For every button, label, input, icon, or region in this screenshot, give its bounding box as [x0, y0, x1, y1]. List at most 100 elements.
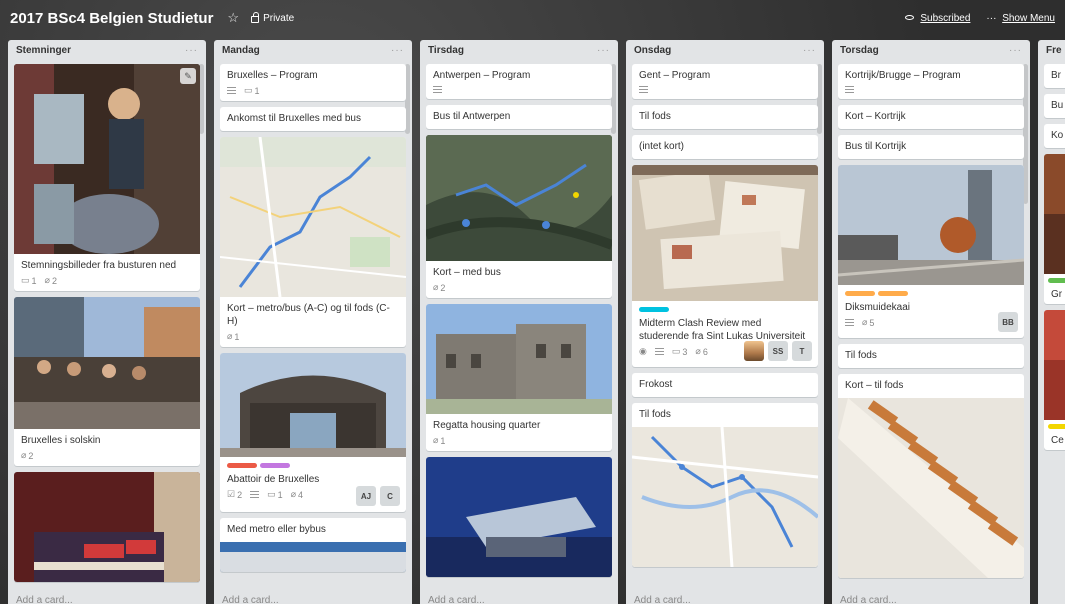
board-title[interactable]: 2017 BSc4 Belgien Studietur — [10, 10, 213, 27]
member-avatar[interactable]: BB — [998, 312, 1018, 332]
show-menu-button[interactable]: ··· Show Menu — [986, 13, 1055, 24]
list-header[interactable]: Stemninger ··· — [8, 40, 206, 62]
add-card-button[interactable]: Add a card... — [840, 595, 897, 604]
card[interactable]: Gent – Program — [632, 64, 818, 99]
card[interactable]: Kort – til fods — [838, 374, 1024, 578]
card[interactable]: Ankomst til Bruxelles med bus — [220, 107, 406, 131]
card[interactable]: Til fods — [632, 403, 818, 567]
member-avatar[interactable]: C — [380, 486, 400, 506]
attachment-count: 2 — [28, 450, 34, 461]
card[interactable]: Br — [1044, 64, 1065, 88]
add-card-button[interactable]: Add a card... — [634, 595, 691, 604]
card-labels — [1044, 274, 1065, 283]
card-title: Kortrijk/Brugge – Program — [845, 70, 961, 81]
card-title: Bruxelles – Program — [227, 70, 318, 81]
card-container: Antwerpen – Program Bus til Antwerpen Ko… — [426, 64, 612, 588]
card[interactable]: Antwerpen – Program — [426, 64, 612, 99]
card-cover-image — [14, 472, 200, 582]
card-title: Regatta housing quarter — [433, 420, 541, 431]
card[interactable]: Ce — [1044, 310, 1065, 450]
list-header[interactable]: Mandag ··· — [214, 40, 412, 62]
card-title: Frokost — [639, 379, 673, 390]
card[interactable]: Frokost — [632, 373, 818, 397]
comment-badge: ▭ 1 — [21, 275, 37, 286]
card[interactable]: Abattoir de Bruxelles ☑ 2 ▭ 1 ⌀ 4 AJ C — [220, 353, 406, 512]
description-icon — [654, 348, 664, 355]
list-menu-icon[interactable]: ··· — [391, 45, 404, 57]
description-icon — [433, 86, 442, 93]
member-avatar[interactable]: SS — [768, 341, 788, 361]
list-header[interactable]: Tirsdag ··· — [420, 40, 618, 62]
card[interactable]: Kort – med bus ⌀ 2 — [426, 135, 612, 298]
card[interactable]: Bu — [1044, 94, 1065, 118]
card[interactable]: Kort – Kortrijk — [838, 105, 1024, 129]
description-icon — [250, 491, 260, 498]
card[interactable]: Til fods — [632, 105, 818, 129]
list-header[interactable]: Fre — [1038, 40, 1065, 62]
card[interactable]: ✎ Stemningsbilleder fra busturen ned ▭ 1 … — [14, 64, 200, 291]
card-title: Bruxelles i solskin — [21, 435, 101, 446]
list-header[interactable]: Torsdag ··· — [832, 40, 1030, 62]
list-menu-icon[interactable]: ··· — [1009, 45, 1022, 57]
comment-icon: ▭ — [244, 85, 253, 95]
card-badges — [838, 85, 1024, 99]
attachment-icon: ⌀ — [44, 275, 50, 285]
card[interactable]: Med metro eller bybus — [220, 518, 406, 572]
member-avatar[interactable]: AJ — [356, 486, 376, 506]
card[interactable]: (intet kort) — [632, 135, 818, 159]
comment-icon: ▭ — [267, 489, 276, 499]
card[interactable]: Midterm Clash Review med studerende fra … — [632, 165, 818, 367]
card[interactable]: Bus til Antwerpen — [426, 105, 612, 129]
card[interactable] — [426, 457, 612, 577]
visibility-button[interactable]: Private — [251, 12, 294, 24]
list-title[interactable]: Torsdag — [840, 45, 879, 57]
card[interactable]: Kortrijk/Brugge – Program — [838, 64, 1024, 99]
card-container: Br Bu Ko Gr Ce — [1044, 64, 1065, 588]
list-fredag: Fre Br Bu Ko Gr Ce — [1038, 40, 1065, 604]
comment-icon: ▭ — [671, 346, 681, 356]
card-labels — [220, 457, 406, 468]
list-header[interactable]: Onsdag ··· — [626, 40, 824, 62]
edit-card-icon[interactable]: ✎ — [180, 68, 196, 84]
card[interactable]: Regatta housing quarter ⌀ 1 — [426, 304, 612, 451]
member-avatar-photo[interactable] — [744, 341, 764, 361]
card-cover-image — [1044, 310, 1065, 420]
card-title: Kort – med bus — [433, 267, 501, 278]
card[interactable]: Ko — [1044, 124, 1065, 148]
card[interactable]: Til fods — [838, 344, 1024, 368]
card[interactable]: Bruxelles i solskin ⌀ 2 — [14, 297, 200, 466]
add-card-button[interactable]: Add a card... — [222, 595, 279, 604]
attachment-icon: ⌀ — [227, 331, 233, 341]
card-title: Diksmuidekaai — [845, 302, 911, 313]
label-purple — [260, 463, 290, 468]
card[interactable] — [14, 472, 200, 582]
list-title[interactable]: Mandag — [222, 45, 260, 57]
add-card-button[interactable]: Add a card... — [428, 595, 485, 604]
attachment-icon: ⌀ — [290, 489, 297, 499]
list-title[interactable]: Stemninger — [16, 45, 71, 57]
card-cover-image — [1044, 154, 1065, 274]
comment-badge: ▭ 1 — [244, 85, 260, 96]
list-title[interactable]: Onsdag — [634, 45, 671, 57]
card[interactable]: Bus til Kortrijk — [838, 135, 1024, 159]
description-icon — [845, 319, 854, 326]
member-avatar[interactable]: T — [792, 341, 812, 361]
list-title[interactable]: Fre — [1046, 45, 1062, 57]
card-badges — [632, 85, 818, 99]
card[interactable]: Kort – metro/bus (A-C) og til fods (C-H)… — [220, 137, 406, 347]
list-menu-icon[interactable]: ··· — [185, 45, 198, 57]
description-icon — [845, 86, 854, 93]
card[interactable]: Gr — [1044, 154, 1065, 304]
attachment-badge: ⌀ 2 — [433, 282, 445, 293]
star-icon[interactable]: ☆ — [227, 10, 239, 26]
card-container: Gent – Program Til fods (intet kort) Mid… — [632, 64, 818, 588]
card[interactable]: Bruxelles – Program ▭ 1 — [220, 64, 406, 101]
card-badges: ▭ 1 ⌀ 2 — [14, 275, 200, 291]
attachment-count: 4 — [298, 489, 304, 500]
card[interactable]: Diksmuidekaai ⌀ 5 BB — [838, 165, 1024, 338]
list-menu-icon[interactable]: ··· — [803, 45, 816, 57]
list-title[interactable]: Tirsdag — [428, 45, 464, 57]
list-menu-icon[interactable]: ··· — [597, 45, 610, 57]
subscribed-button[interactable]: Subscribed — [904, 13, 970, 24]
add-card-button[interactable]: Add a card... — [16, 595, 73, 604]
